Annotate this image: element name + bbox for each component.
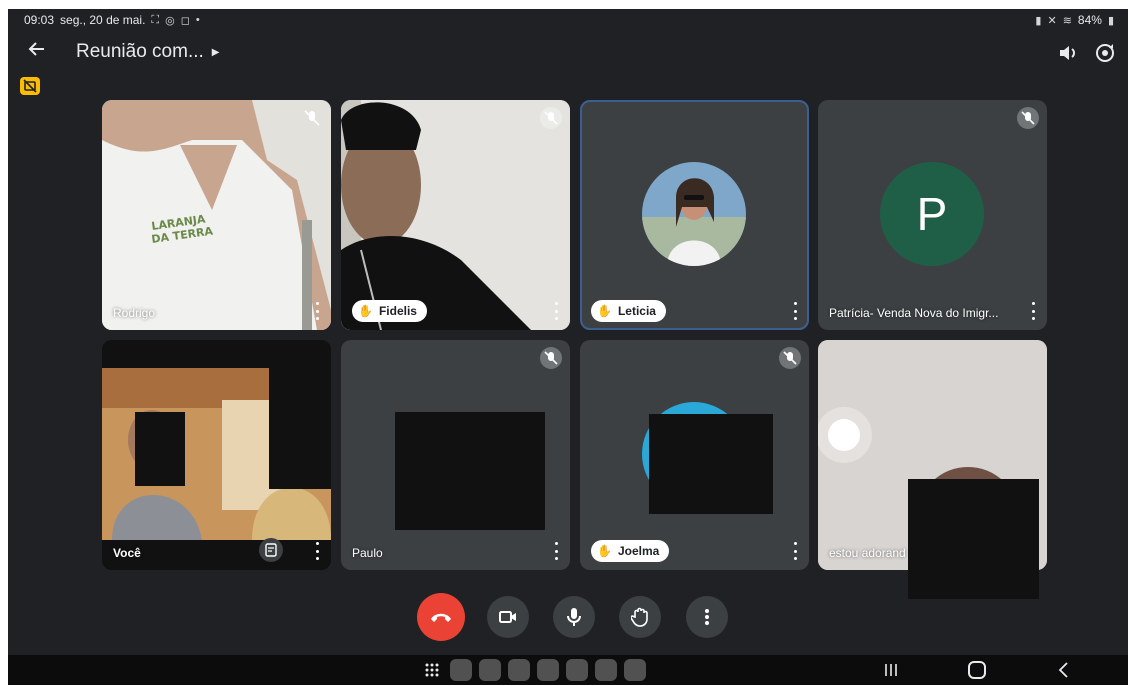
- muted-mic-icon: [779, 347, 801, 369]
- tile-more-options-icon[interactable]: [791, 542, 799, 560]
- vibrate-icon: ▮: [1035, 14, 1042, 27]
- nav-back-icon[interactable]: [1056, 661, 1072, 679]
- recents-icon[interactable]: [881, 662, 901, 678]
- participant-name: Paulo: [352, 546, 383, 560]
- meeting-header: Reunião com... ▶: [8, 35, 1128, 71]
- app-drawer-icon[interactable]: [421, 659, 443, 681]
- more-options-icon[interactable]: [686, 596, 728, 638]
- call-controls: [8, 592, 1128, 652]
- closed-captions-icon[interactable]: [20, 77, 40, 95]
- caret-right-icon: ▶: [211, 46, 220, 58]
- raised-hand-icon: ✋: [358, 304, 373, 318]
- messages-app-icon[interactable]: [508, 659, 530, 681]
- participant-name: Fidelis: [378, 304, 417, 318]
- participant-tile-patricia[interactable]: P Patrícia- Venda Nova do Imigr...: [818, 100, 1047, 330]
- whatsapp-app-icon[interactable]: [566, 659, 588, 681]
- meet-screen: 09:03 seg., 20 de mai. ⛶ ◎ ◻ • ▮ ✕ ≋ 84%…: [8, 9, 1128, 685]
- tile-more-options-icon[interactable]: [313, 302, 321, 320]
- tile-more-options-icon[interactable]: [1029, 302, 1037, 320]
- muted-mic-icon: [301, 107, 323, 129]
- facebook-app-icon[interactable]: [450, 659, 472, 681]
- taskbar-dock: [421, 659, 646, 681]
- status-time: 09:03: [24, 13, 55, 27]
- email-app-icon[interactable]: [624, 659, 646, 681]
- camera-icon[interactable]: [487, 596, 529, 638]
- participant-tile-paulo[interactable]: Paulo: [341, 340, 570, 570]
- tile-more-options-icon[interactable]: [552, 542, 560, 560]
- participant-avatar: P: [880, 162, 984, 266]
- participant-name: estou adorand: [829, 546, 906, 560]
- muted-mic-icon: [1017, 107, 1039, 129]
- redacted-area: [135, 412, 185, 486]
- wifi-icon: ≋: [1062, 14, 1072, 27]
- tile-more-options-icon[interactable]: [313, 542, 321, 560]
- participant-tile-rodrigo[interactable]: LARANJA DA TERRA Rodrigo: [102, 100, 331, 330]
- gallery-app-icon[interactable]: [537, 659, 559, 681]
- android-nav-bar: [8, 655, 1128, 685]
- end-call-icon[interactable]: [417, 593, 465, 641]
- redacted-area: [908, 479, 1039, 599]
- participant-name-pill: ✋ Leticia: [591, 300, 666, 322]
- chrome-app-icon[interactable]: [479, 659, 501, 681]
- participant-name: Patrícia- Venda Nova do Imigr...: [829, 306, 999, 320]
- tile-more-options-icon[interactable]: [552, 302, 560, 320]
- muted-mic-icon: [540, 107, 562, 129]
- muted-mic-icon: [540, 347, 562, 369]
- switch-camera-icon[interactable]: [1092, 40, 1118, 66]
- speaker-icon[interactable]: [1056, 41, 1080, 65]
- mute-status-icon: ✕: [1047, 14, 1057, 27]
- camera-app-icon[interactable]: [595, 659, 617, 681]
- microphone-icon[interactable]: [553, 596, 595, 638]
- back-arrow-icon[interactable]: [24, 39, 50, 65]
- participant-tile-joelma[interactable]: ✋ Joelma: [580, 340, 809, 570]
- more-notifications-icon: •: [195, 14, 200, 26]
- participant-name-pill: ✋ Fidelis: [352, 300, 427, 322]
- participant-avatar: [642, 162, 746, 266]
- participant-name-pill: ✋ Joelma: [591, 540, 670, 562]
- battery-icon: ▮: [1107, 14, 1114, 27]
- effects-icon[interactable]: [259, 538, 283, 562]
- participant-tile-leticia[interactable]: ✋ Leticia: [580, 100, 809, 330]
- fidelis-video: [341, 100, 570, 330]
- meeting-title: Reunião com...: [76, 41, 204, 62]
- redacted-area: [395, 412, 545, 530]
- raised-hand-icon: ✋: [597, 304, 612, 318]
- status-date: seg., 20 de mai.: [60, 13, 146, 27]
- screenshot-notification-icon: ⛶: [151, 13, 160, 26]
- redacted-area: [649, 414, 773, 514]
- meeting-title-button[interactable]: Reunião com... ▶: [76, 41, 220, 63]
- battery-percent: 84%: [1077, 13, 1102, 27]
- redacted-area: [269, 345, 331, 489]
- tile-more-options-icon[interactable]: [791, 302, 799, 320]
- status-bar: 09:03 seg., 20 de mai. ⛶ ◎ ◻ • ▮ ✕ ≋ 84%…: [8, 9, 1128, 33]
- raise-hand-icon[interactable]: [619, 596, 661, 638]
- whatsapp-notification-icon: ◎: [165, 14, 175, 27]
- raised-hand-icon: ✋: [597, 544, 612, 558]
- participant-name: Joelma: [617, 544, 660, 558]
- participant-tile-fidelis[interactable]: ✋ Fidelis: [341, 100, 570, 330]
- participant-name: Você: [113, 546, 141, 560]
- participant-name: Leticia: [617, 304, 656, 318]
- rodrigo-video: LARANJA DA TERRA: [102, 100, 331, 330]
- instagram-notification-icon: ◻: [180, 14, 190, 27]
- home-icon[interactable]: [968, 661, 986, 679]
- participant-name: Rodrigo: [113, 306, 156, 320]
- participant-tile-voce[interactable]: Você: [102, 340, 331, 570]
